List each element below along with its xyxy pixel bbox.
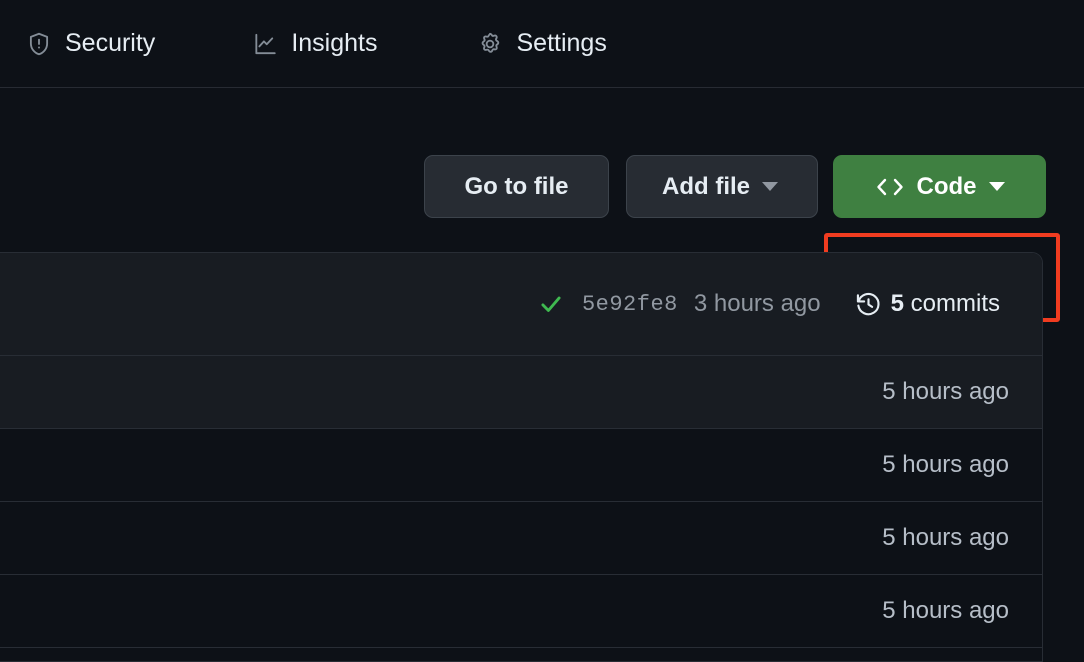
chevron-down-icon bbox=[988, 182, 1005, 191]
repository-action-bar: Go to file Add file Code bbox=[0, 88, 1084, 322]
nav-tab-security[interactable]: Security bbox=[26, 0, 155, 87]
nav-tab-security-label: Security bbox=[65, 29, 156, 57]
check-icon bbox=[538, 291, 564, 317]
code-button-label: Code bbox=[916, 172, 977, 200]
table-row[interactable]: mit 5 hours ago bbox=[0, 429, 1042, 502]
code-brackets-icon bbox=[875, 176, 905, 198]
add-file-label: Add file bbox=[662, 172, 750, 200]
commit-count-link[interactable]: 5 commits bbox=[891, 290, 1000, 318]
commit-hash-link[interactable]: 5e92fe8 bbox=[582, 292, 678, 317]
commit-count-label: commits bbox=[910, 290, 1000, 317]
graph-icon bbox=[252, 31, 278, 57]
chevron-down-icon bbox=[762, 182, 778, 191]
history-icon bbox=[855, 291, 882, 318]
shield-alert-icon bbox=[26, 31, 52, 57]
nav-tab-settings[interactable]: Settings bbox=[477, 0, 607, 87]
commit-count-value: 5 bbox=[890, 290, 904, 317]
table-row[interactable]: mit 5 hours ago bbox=[0, 356, 1042, 429]
file-commit-time: 5 hours ago bbox=[882, 451, 1009, 478]
latest-commit-bar: 5e92fe8 3 hours ago 5 commits bbox=[0, 253, 1042, 356]
table-row[interactable]: mit 5 hours ago bbox=[0, 502, 1042, 575]
file-commit-time: 5 hours ago bbox=[882, 378, 1009, 405]
code-button[interactable]: Code bbox=[833, 155, 1046, 218]
nav-tab-insights-label: Insights bbox=[291, 29, 378, 57]
commit-relative-time: 3 hours ago bbox=[693, 290, 821, 317]
gear-icon bbox=[477, 31, 503, 57]
nav-tab-settings-label: Settings bbox=[516, 29, 607, 57]
file-commit-time: 5 hours ago bbox=[882, 524, 1009, 551]
file-listing-panel: 5e92fe8 3 hours ago 5 commits mit 5 hour… bbox=[0, 252, 1043, 662]
repository-nav-tabs: Security Insights Settings bbox=[0, 0, 1084, 88]
go-to-file-button[interactable]: Go to file bbox=[424, 155, 609, 218]
go-to-file-label: Go to file bbox=[464, 172, 569, 200]
repository-page: Security Insights Settings Go to file Ad… bbox=[0, 0, 1084, 662]
add-file-button[interactable]: Add file bbox=[626, 155, 818, 218]
table-row[interactable]: mit 5 hours ago bbox=[0, 575, 1042, 648]
nav-tab-insights[interactable]: Insights bbox=[252, 0, 377, 87]
file-commit-time: 5 hours ago bbox=[882, 597, 1009, 624]
